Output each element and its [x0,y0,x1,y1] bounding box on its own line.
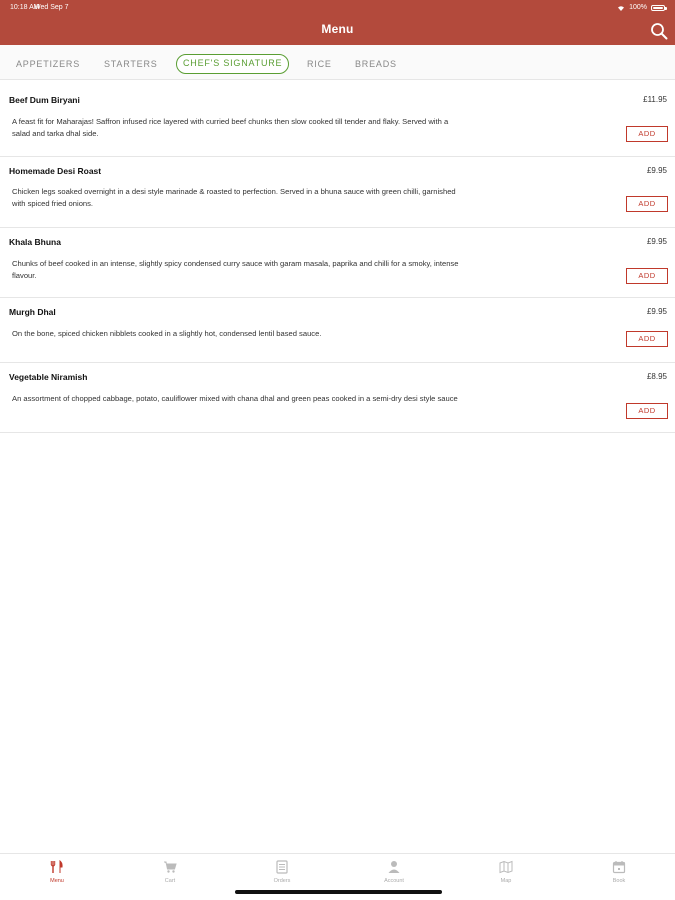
item-price: £11.95 [643,95,667,104]
item-name: Vegetable Niramish [9,372,88,382]
nav-label: Menu [50,878,64,884]
battery-icon [651,5,667,11]
nav-label: Cart [164,878,176,884]
account-icon [388,861,400,873]
tab-chefs-signature[interactable]: CHEF'S SIGNATURE [176,54,290,74]
add-button[interactable]: ADD [626,126,668,142]
nav-tab-account[interactable]: Account [364,860,424,884]
menu-item: Vegetable Niramish £8.95 An assortment o… [0,363,675,433]
item-description: On the bone, spiced chicken nibblets coo… [12,329,322,338]
nav-tab-map[interactable]: Map [476,860,536,884]
item-price: £8.95 [646,372,667,381]
app: 10:18 AM Wed Sep 7 100% Menu APPETIZERS … [0,0,675,900]
menu-item: Homemade Desi Roast £9.95 Chicken legs s… [0,157,675,228]
menu-item: Murgh Dhal £9.95 On the bone, spiced chi… [0,298,675,363]
add-button[interactable]: ADD [626,196,668,212]
map-icon [499,860,513,874]
calendar-icon [612,861,626,874]
wifi-icon [618,6,625,11]
item-name: Homemade Desi Roast [9,166,102,176]
nav-label: Map [500,878,512,884]
page-title: Menu [321,22,354,36]
item-price: £9.95 [646,166,667,175]
add-button[interactable]: ADD [626,331,668,347]
cutlery-icon [50,860,63,873]
cart-icon [164,861,177,873]
nav-label: Book [612,878,626,884]
menu-item: Khala Bhuna £9.95 Chunks of beef cooked … [0,228,675,298]
item-description: Chicken legs soaked overnight in a desi … [12,187,456,208]
item-price: £9.95 [646,237,667,246]
nav-tab-orders[interactable]: Orders [252,860,312,884]
item-name: Khala Bhuna [9,237,61,247]
status-indicators: 100% [617,0,667,16]
item-name: Beef Dum Biryani [9,95,80,105]
item-description: An assortment of chopped cabbage, potato… [12,394,458,403]
add-button[interactable]: ADD [626,403,668,419]
tab-starters[interactable]: STARTERS [104,54,158,74]
nav-tab-book[interactable]: Book [589,860,649,884]
nav-tab-menu[interactable]: Menu [27,860,87,884]
nav-tab-cart[interactable]: Cart [140,860,200,884]
item-name: Murgh Dhal [9,307,56,317]
status-bar: 10:18 AM Wed Sep 7 100% [0,0,675,16]
menu-item: Beef Dum Biryani £11.95 A feast fit for … [0,86,675,157]
orders-icon [276,860,288,874]
item-description: A feast fit for Maharajas! Saffron infus… [12,117,449,138]
item-price: £9.95 [646,307,667,316]
nav-label: Account [384,878,404,884]
menu-list: Beef Dum Biryani £11.95 A feast fit for … [0,86,675,433]
item-description: Chunks of beef cooked in an intense, sli… [12,259,459,280]
nav-label: Orders [273,878,291,884]
category-tabs: APPETIZERS STARTERS CHEF'S SIGNATURE RIC… [0,45,675,80]
add-button[interactable]: ADD [626,268,668,284]
tab-breads[interactable]: BREADS [355,54,397,74]
home-indicator [235,890,442,894]
search-icon[interactable] [650,22,668,40]
tab-rice[interactable]: RICE [307,54,332,74]
battery-percent: 100% [629,4,647,11]
status-date: Wed Sep 7 [34,4,69,11]
header-bar: 10:18 AM Wed Sep 7 100% Menu [0,0,675,45]
tab-appetizers[interactable]: APPETIZERS [16,54,80,74]
